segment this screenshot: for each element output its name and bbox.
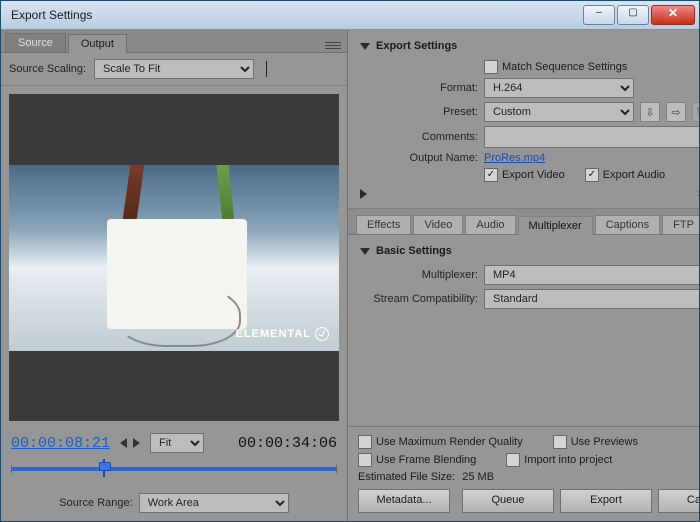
maximize-button[interactable]: ▢ bbox=[617, 5, 649, 25]
source-range-label: Source Range: bbox=[59, 497, 132, 509]
subtab-captions[interactable]: Captions bbox=[595, 215, 660, 234]
titlebar[interactable]: Export Settings – ▢ ✕ bbox=[1, 1, 699, 30]
stream-compat-select[interactable]: Standard bbox=[484, 289, 699, 309]
checkbox-label: Use Maximum Render Quality bbox=[376, 436, 523, 448]
checkbox-label: Use Frame Blending bbox=[376, 454, 476, 466]
cancel-button[interactable]: Cancel bbox=[658, 489, 699, 513]
preset-select[interactable]: Custom bbox=[484, 102, 634, 122]
subtab-audio[interactable]: Audio bbox=[465, 215, 515, 234]
time-bar: 00:00:08:21 Fit 00:00:34:06 bbox=[1, 429, 347, 455]
watermark-text: ELEMENTAL bbox=[236, 328, 311, 340]
section-title: Export Settings bbox=[376, 40, 457, 52]
queue-button[interactable]: Queue bbox=[462, 489, 554, 513]
source-scaling-label: Source Scaling: bbox=[9, 63, 86, 75]
use-previews-checkbox[interactable]: Use Previews bbox=[553, 435, 638, 449]
subtab-ftp[interactable]: FTP bbox=[662, 215, 699, 234]
match-sequence-checkbox[interactable]: Match Sequence Settings bbox=[484, 60, 627, 74]
comments-label: Comments: bbox=[360, 131, 478, 143]
checkbox-label: Use Previews bbox=[571, 436, 638, 448]
checkbox-label: Export Audio bbox=[603, 169, 665, 181]
subtab-video[interactable]: Video bbox=[413, 215, 463, 234]
watermark: ELEMENTAL bbox=[236, 327, 329, 341]
out-timecode: 00:00:34:06 bbox=[238, 435, 337, 452]
format-select[interactable]: H.264 bbox=[484, 78, 634, 98]
max-render-quality-checkbox[interactable]: Use Maximum Render Quality bbox=[358, 435, 523, 449]
text-cursor bbox=[266, 61, 267, 77]
settings-subtabs: Effects Video Audio Multiplexer Captions… bbox=[348, 209, 699, 235]
playhead[interactable] bbox=[99, 459, 109, 477]
close-button[interactable]: ✕ bbox=[651, 5, 695, 25]
checkbox-label: Match Sequence Settings bbox=[502, 61, 627, 73]
disclosure-icon[interactable] bbox=[360, 248, 370, 255]
estimated-size-value: 25 MB bbox=[462, 471, 494, 483]
preview-pane: Source Output Source Scaling: Scale To F… bbox=[1, 30, 348, 521]
format-label: Format: bbox=[360, 82, 478, 94]
timeline-track bbox=[11, 467, 337, 471]
source-scaling-row: Source Scaling: Scale To Fit bbox=[1, 53, 347, 86]
frame-blending-checkbox[interactable]: Use Frame Blending bbox=[358, 453, 476, 467]
export-settings-window: Export Settings – ▢ ✕ Source Output Sour… bbox=[0, 0, 700, 522]
comments-input[interactable] bbox=[484, 126, 699, 148]
save-preset-icon[interactable]: ⇩ bbox=[640, 102, 660, 122]
footer: Use Maximum Render Quality Use Previews … bbox=[348, 426, 699, 521]
estimated-size-label: Estimated File Size: bbox=[358, 471, 455, 483]
timeline-tick bbox=[336, 465, 337, 473]
subtab-multiplexer[interactable]: Multiplexer bbox=[518, 216, 593, 235]
timeline-tick bbox=[11, 465, 12, 473]
output-name-link[interactable]: ProRes.mp4 bbox=[484, 152, 545, 164]
panel-menu-icon[interactable] bbox=[325, 38, 341, 52]
subtab-effects[interactable]: Effects bbox=[356, 215, 411, 234]
tab-output[interactable]: Output bbox=[68, 34, 127, 53]
zoom-fit-select[interactable]: Fit bbox=[150, 433, 204, 453]
preview-graphic bbox=[117, 283, 241, 347]
source-range-select[interactable]: Work Area bbox=[139, 493, 289, 513]
checkbox-label: Export Video bbox=[502, 169, 565, 181]
step-forward-icon[interactable] bbox=[133, 438, 140, 448]
minimize-button[interactable]: – bbox=[583, 5, 615, 25]
export-video-checkbox[interactable]: ✓Export Video bbox=[484, 168, 565, 182]
basic-settings-header[interactable]: Basic Settings bbox=[360, 245, 699, 257]
multiplexer-panel: Basic Settings Multiplexer: MP4 Stream C… bbox=[348, 235, 699, 426]
timeline[interactable] bbox=[11, 459, 337, 479]
stream-compat-label: Stream Compatibility: bbox=[360, 293, 478, 305]
source-range-row: Source Range: Work Area bbox=[1, 489, 347, 521]
preview-area[interactable]: ELEMENTAL bbox=[9, 94, 339, 421]
output-name-label: Output Name: bbox=[360, 152, 478, 164]
window-title: Export Settings bbox=[5, 8, 583, 22]
section-title: Basic Settings bbox=[376, 245, 452, 257]
summary-header[interactable]: Summary bbox=[360, 188, 699, 200]
step-back-icon[interactable] bbox=[120, 438, 127, 448]
watermark-icon bbox=[315, 327, 329, 341]
export-audio-checkbox[interactable]: ✓Export Audio bbox=[585, 168, 665, 182]
multiplexer-label: Multiplexer: bbox=[360, 269, 478, 281]
preset-label: Preset: bbox=[360, 106, 478, 118]
preview-tabs: Source Output bbox=[1, 30, 347, 53]
checkbox-label: Import into project bbox=[524, 454, 612, 466]
in-timecode[interactable]: 00:00:08:21 bbox=[11, 435, 110, 452]
disclosure-icon[interactable] bbox=[360, 189, 692, 199]
metadata-button[interactable]: Metadata... bbox=[358, 489, 450, 513]
import-preset-icon[interactable]: ⇨ bbox=[666, 102, 686, 122]
tab-source[interactable]: Source bbox=[5, 33, 66, 52]
disclosure-icon[interactable] bbox=[360, 43, 370, 50]
export-settings-header[interactable]: Export Settings bbox=[360, 40, 699, 52]
preview-frame: ELEMENTAL bbox=[9, 165, 339, 351]
multiplexer-select[interactable]: MP4 bbox=[484, 265, 699, 285]
source-scaling-select[interactable]: Scale To Fit bbox=[94, 59, 254, 79]
delete-preset-icon: 🗑 bbox=[692, 102, 699, 122]
export-settings-section: Export Settings Match Sequence Settings … bbox=[348, 30, 699, 209]
import-into-project-checkbox[interactable]: Import into project bbox=[506, 453, 612, 467]
section-title: Summary bbox=[698, 188, 699, 200]
settings-pane: Export Settings Match Sequence Settings … bbox=[348, 30, 699, 521]
export-button[interactable]: Export bbox=[560, 489, 652, 513]
